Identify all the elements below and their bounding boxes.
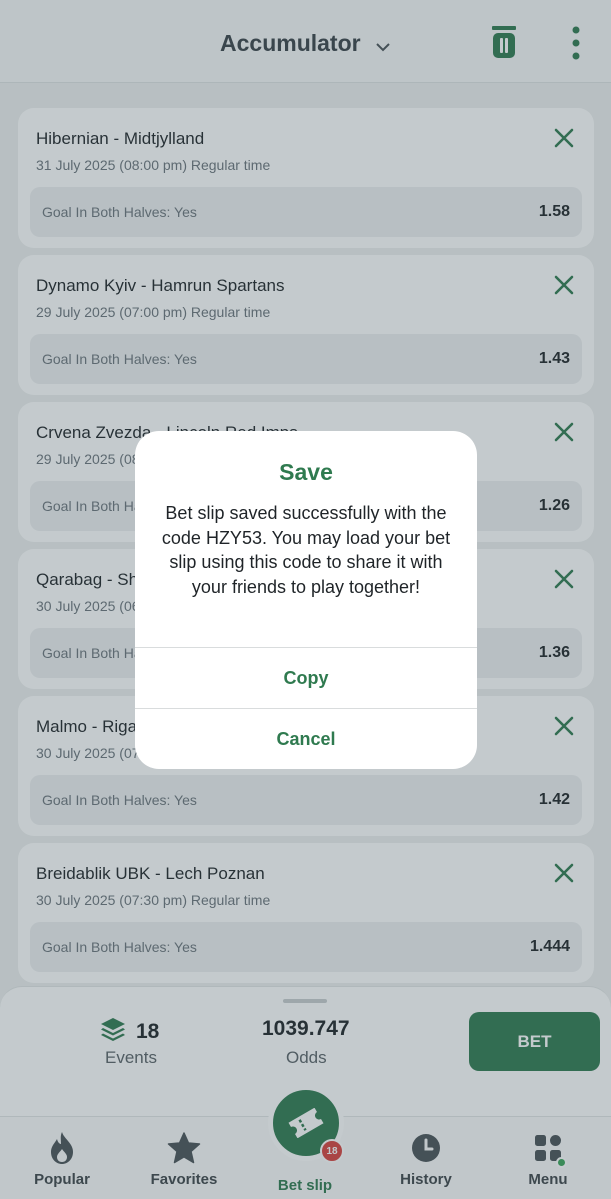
dialog-message: Bet slip saved successfully with the cod… — [161, 503, 451, 597]
copy-button[interactable]: Copy — [135, 647, 477, 708]
save-dialog: Save Bet slip saved successfully with th… — [135, 431, 477, 769]
cancel-button[interactable]: Cancel — [135, 708, 477, 769]
dialog-title: Save — [279, 459, 333, 485]
